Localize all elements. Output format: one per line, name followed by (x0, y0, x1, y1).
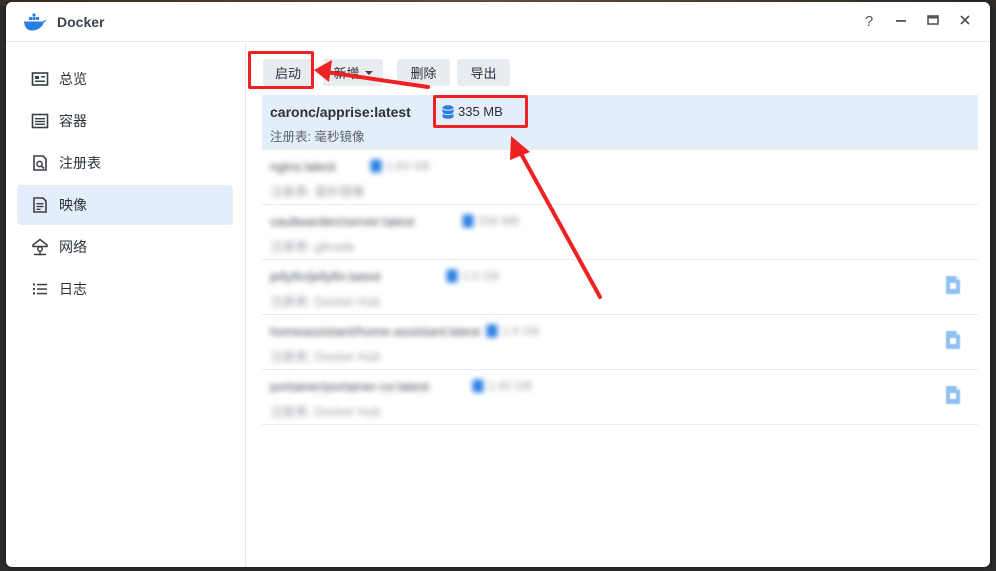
image-list: caronc/apprise:latest 335 MB 注册表: 毫秒镜像 n… (262, 95, 978, 425)
image-name: jellyfin/jellyfin:latest (270, 269, 381, 284)
image-size-value: 1.83 GB (386, 159, 431, 173)
registry-name: gitcode (314, 240, 355, 254)
image-icon (33, 197, 47, 213)
image-name: portainer/portainer-ce:latest (270, 379, 429, 394)
image-registry: 注册表: 毫秒镜像 (270, 181, 364, 200)
image-registry: 注册表: Docker Hub (270, 401, 380, 420)
registry-label: 注册表: (270, 240, 311, 254)
image-size-value: 1.5 GB (462, 269, 500, 283)
sidebar-item-label: 总览 (59, 71, 87, 87)
close-button[interactable] (955, 12, 975, 32)
title-bar: Docker ? (6, 2, 990, 42)
update-available-icon[interactable] (944, 330, 962, 350)
image-size-value: 1.65 GB (488, 379, 533, 393)
docker-whale-icon (24, 13, 47, 31)
image-row[interactable]: vaultwarden/server:latest 338 MB 注册表: gi… (262, 205, 978, 260)
export-button[interactable]: 导出 (457, 59, 510, 86)
sidebar-item-label: 映像 (59, 197, 87, 213)
image-size: 1.5 GB (446, 269, 499, 283)
size-highlight-box (433, 95, 528, 128)
maximize-button[interactable] (923, 12, 943, 32)
image-size-value: 1.6 GB (502, 324, 540, 338)
add-button-label: 新增 (333, 66, 360, 81)
registry-label: 注册表: (270, 405, 311, 419)
image-registry: 注册表: gitcode (270, 236, 355, 255)
database-icon (446, 269, 458, 283)
sidebar-item-logs[interactable]: 日志 (17, 269, 233, 309)
image-registry: 注册表: Docker Hub (270, 346, 380, 365)
sidebar-item-label: 注册表 (59, 155, 101, 171)
container-icon (31, 113, 49, 129)
image-name: vaultwarden/server:latest (270, 214, 415, 229)
network-icon (32, 238, 48, 256)
database-icon (462, 214, 474, 228)
help-button[interactable]: ? (859, 12, 879, 32)
minimize-icon (896, 20, 906, 22)
image-row[interactable]: caronc/apprise:latest 335 MB 注册表: 毫秒镜像 (262, 95, 978, 150)
image-name: homeassistant/home-assistant:latest (270, 324, 481, 339)
registry-name: Docker Hub (314, 350, 381, 364)
registry-label: 注册表: (270, 295, 311, 309)
sidebar-item-containers[interactable]: 容器 (17, 101, 233, 141)
image-registry: 注册表: Docker Hub (270, 291, 380, 310)
image-row[interactable]: homeassistant/home-assistant:latest 1.6 … (262, 315, 978, 370)
image-registry: 注册表: 毫秒镜像 (270, 126, 364, 145)
sidebar-item-overview[interactable]: 总览 (17, 59, 233, 99)
sidebar-item-images[interactable]: 映像 (17, 185, 233, 225)
sidebar-item-label: 日志 (59, 281, 87, 297)
image-size: 338 MB (462, 214, 519, 228)
window-title: Docker (57, 14, 105, 30)
image-size: 1.6 GB (486, 324, 539, 338)
image-name: caronc/apprise:latest (270, 104, 411, 120)
main-content: 启动 新增 删除 导出 caronc/apprise:latest 335 MB… (247, 43, 990, 567)
close-icon (960, 15, 970, 25)
registry-name: 毫秒镜像 (314, 185, 365, 199)
registry-name: Docker Hub (314, 295, 381, 309)
sidebar-item-registry[interactable]: 注册表 (17, 143, 233, 183)
log-list-icon (33, 283, 47, 295)
image-row[interactable]: nginx:latest 1.83 GB 注册表: 毫秒镜像 (262, 150, 978, 205)
sidebar-item-network[interactable]: 网络 (17, 227, 233, 267)
minimize-button[interactable] (891, 12, 911, 32)
image-name: nginx:latest (270, 159, 336, 174)
registry-name: Docker Hub (314, 405, 381, 419)
registry-label: 注册表: (270, 185, 311, 199)
sidebar-item-label: 网络 (59, 239, 87, 255)
add-button[interactable]: 新增 (323, 59, 383, 86)
database-icon (472, 379, 484, 393)
image-row[interactable]: portainer/portainer-ce:latest 1.65 GB 注册… (262, 370, 978, 425)
image-row[interactable]: jellyfin/jellyfin:latest 1.5 GB 注册表: Doc… (262, 260, 978, 315)
update-available-icon[interactable] (944, 275, 962, 295)
launch-highlight-box (248, 51, 314, 89)
docker-window: Docker ? 总览 容器 注册表 映像 网络 日志 启动 新增 删除 导出 … (6, 2, 990, 567)
registry-label: 注册表: (270, 350, 311, 364)
maximize-icon (927, 15, 939, 25)
image-size: 1.83 GB (370, 159, 430, 173)
registry-search-icon (33, 155, 47, 171)
sidebar-item-label: 容器 (59, 113, 87, 129)
image-size: 1.65 GB (472, 379, 532, 393)
registry-name: 毫秒镜像 (314, 130, 365, 144)
database-icon (486, 324, 498, 338)
image-size-value: 338 MB (478, 214, 520, 228)
update-available-icon[interactable] (944, 385, 962, 405)
chevron-down-icon (364, 70, 373, 75)
registry-label: 注册表: (270, 130, 311, 144)
overview-icon (31, 72, 49, 86)
sidebar: 总览 容器 注册表 映像 网络 日志 (6, 43, 246, 567)
database-icon (370, 159, 382, 173)
delete-button[interactable]: 删除 (397, 59, 450, 86)
